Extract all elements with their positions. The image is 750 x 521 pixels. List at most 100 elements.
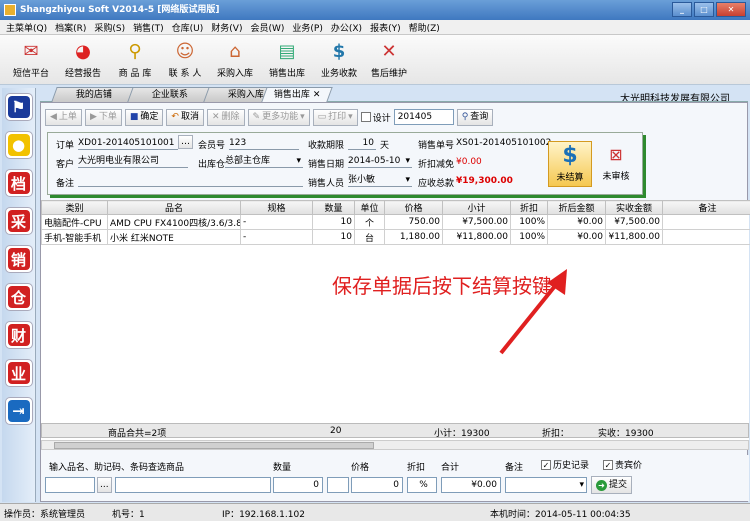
cancel-button[interactable]: ↶ 取消 (166, 108, 204, 126)
menu-archive[interactable]: 档案(R) (51, 21, 90, 34)
checkbox-box[interactable] (360, 112, 371, 122)
action-bar: ◀ 上单 ▶ 下单 ■ 确定 ↶ 取消 ✕ 删除 ✎ 更多功能 ▾ ▭ 打印 ▾ 设计 20140… (45, 107, 494, 127)
vip-price-checkbox[interactable]: ✓ 贵宾价 (603, 458, 642, 471)
chevron-down-icon: ▾ (296, 156, 301, 166)
business-icon: 业 (7, 362, 30, 384)
sales-date-picker[interactable]: 2014-05-10 ▾ (348, 155, 412, 168)
quantity-input[interactable]: 0 (273, 477, 323, 493)
tips-button[interactable]: ● (4, 131, 33, 159)
seller-select[interactable]: 张小敏 ▾ (348, 174, 412, 187)
business-report-button[interactable]: ◕ 经营报告 (58, 37, 108, 83)
left-sidebar: ⚑ ● 档 采 销 仓 财 业 ⇥ (2, 88, 36, 502)
settle-button[interactable]: $ 未结算 (548, 141, 592, 187)
amount-input[interactable]: ¥0.00 (441, 477, 501, 493)
minimize-button[interactable]: _ (672, 2, 692, 17)
chevron-down-icon: ▾ (579, 480, 584, 490)
note-field[interactable] (78, 174, 303, 187)
close-button[interactable]: ✕ (716, 2, 746, 17)
purchase-module-button[interactable]: 采 (4, 207, 33, 235)
product-code-input[interactable] (45, 477, 95, 493)
tab-enterprise-contact[interactable]: 企业联系 (127, 87, 213, 102)
menu-office[interactable]: 办公(X) (327, 21, 366, 34)
status-bar: 操作员：系统管理员 机号：1 IP：192.168.1.102 本机时间：201… (0, 503, 750, 521)
payment-days-field[interactable]: 10 (348, 137, 376, 150)
history-checkbox[interactable]: ✓ 历史记录 (541, 458, 589, 471)
horizontal-scrollbar[interactable] (41, 440, 749, 450)
table-row[interactable]: 电脑配件-CPU AMD CPU FX4100四核/3.6/3.8G -10 个 750… (41, 214, 750, 230)
member-number-field[interactable]: 123 (229, 137, 299, 150)
title-bar: Shangzhiyou Soft V2014-5 [网络版试用版] _ □ ✕ (0, 0, 750, 20)
collection-button[interactable]: $ 业务收款 (314, 37, 364, 83)
check-icon: ✓ (541, 459, 551, 470)
flag-button[interactable]: ⚑ (4, 93, 33, 121)
order-number-field[interactable]: XD01-201405101001 (78, 137, 178, 150)
tab-my-store[interactable]: 我的店铺 (51, 87, 137, 102)
maximize-button[interactable]: □ (694, 2, 714, 17)
table-row[interactable]: 手机-智能手机 小米 红米NOTE -10 台 1,180.00 ¥11,800.00 10… (41, 229, 750, 245)
business-module-button[interactable]: 业 (4, 359, 33, 387)
customer-field[interactable]: 大光明电业有限公司 (78, 155, 188, 168)
menu-warehouse[interactable]: 仓库(U) (168, 21, 208, 34)
menu-finance[interactable]: 财务(V) (207, 21, 246, 34)
confirm-button[interactable]: ■ 确定 (124, 108, 164, 126)
submit-button[interactable]: ➜ 提交 (591, 476, 633, 494)
menu-bar: 主菜单(Q) 档案(R) 采购(S) 销售(T) 仓库(U) 财务(V) 会员(… (0, 20, 750, 35)
menu-help[interactable]: 帮助(Z) (405, 21, 444, 34)
design-checkbox[interactable]: 设计 (360, 111, 391, 124)
product-search-input[interactable] (115, 477, 271, 493)
note-select[interactable]: ▾ (505, 477, 587, 493)
check-icon: ✓ (603, 459, 613, 470)
delete-button[interactable]: ✕ 删除 (206, 108, 245, 126)
undo-icon: ↶ (171, 111, 179, 122)
tab-strip: 我的店铺 企业联系 采购入库 销售出库 ✕ (40, 87, 748, 102)
flag-icon: ⚑ (7, 96, 30, 118)
pie-chart-icon: ◕ (75, 40, 91, 62)
prev-order-button[interactable]: ◀ 上单 (45, 108, 82, 126)
archive-icon: 档 (7, 172, 30, 194)
chevron-down-icon: ▾ (405, 156, 410, 166)
tab-close-icon[interactable]: ✕ (312, 88, 320, 102)
menu-business[interactable]: 业务(P) (288, 21, 326, 34)
finance-module-button[interactable]: 财 (4, 321, 33, 349)
chevron-down-icon: ▾ (348, 111, 353, 122)
warehouse-module-button[interactable]: 仓 (4, 283, 33, 311)
product-lookup-button[interactable]: ... (97, 477, 112, 493)
sales-icon: 销 (7, 248, 30, 270)
sms-platform-button[interactable]: ✉ 短信平台 (6, 37, 56, 83)
archive-module-button[interactable]: 档 (4, 169, 33, 197)
sales-out-button[interactable]: ▤ 销售出库 (262, 37, 312, 83)
menu-member[interactable]: 会员(W) (246, 21, 288, 34)
price-input[interactable]: 0 (351, 477, 403, 493)
lightbulb-icon: ● (7, 134, 30, 156)
unit-input[interactable] (327, 477, 349, 493)
menu-report[interactable]: 报表(Y) (366, 21, 405, 34)
discount-input[interactable]: % (407, 477, 437, 493)
query-button[interactable]: ⚲ 查询 (456, 108, 494, 126)
sales-module-button[interactable]: 销 (4, 245, 33, 273)
period-input[interactable]: 201405 (393, 109, 454, 125)
purchase-in-button[interactable]: ⌂ 采购入库 (210, 37, 260, 83)
scrollbar-thumb[interactable] (54, 442, 374, 449)
chevron-down-icon: ▾ (405, 175, 410, 185)
after-sales-button[interactable]: ✕ 售后维护 (364, 37, 414, 83)
ip-status: IP：192.168.1.102 (222, 510, 305, 520)
totals-row: 商品合共=2项 20 小计：19300 折扣： 实收：19300 (41, 423, 749, 439)
audit-button[interactable]: ⊠ 未审核 (594, 141, 638, 187)
delete-icon: ✕ (211, 111, 220, 122)
more-functions-button[interactable]: ✎ 更多功能 ▾ (247, 108, 310, 126)
warehouse-select[interactable]: 总部主仓库 ▾ (225, 155, 303, 168)
tab-sales-out[interactable]: 销售出库 ✕ (261, 87, 333, 102)
window-title: Shangzhiyou Soft V2014-5 [网络版试用版] (20, 5, 220, 15)
tools-icon: ✎ (252, 111, 261, 122)
warehouse-icon: 仓 (7, 286, 30, 308)
contacts-button[interactable]: ☺ 联 系 人 (160, 37, 210, 83)
menu-main[interactable]: 主菜单(Q) (2, 21, 51, 34)
product-library-button[interactable]: ⚲ 商 品 库 (110, 37, 160, 83)
order-lookup-button[interactable]: … (178, 135, 193, 149)
menu-sales[interactable]: 销售(T) (129, 21, 168, 34)
exit-button[interactable]: ⇥ (4, 397, 33, 425)
next-order-button[interactable]: ▶ 下单 (84, 108, 122, 126)
dollar-icon: $ (332, 40, 346, 62)
menu-purchase[interactable]: 采购(S) (90, 21, 129, 34)
print-button[interactable]: ▭ 打印 ▾ (312, 108, 358, 126)
